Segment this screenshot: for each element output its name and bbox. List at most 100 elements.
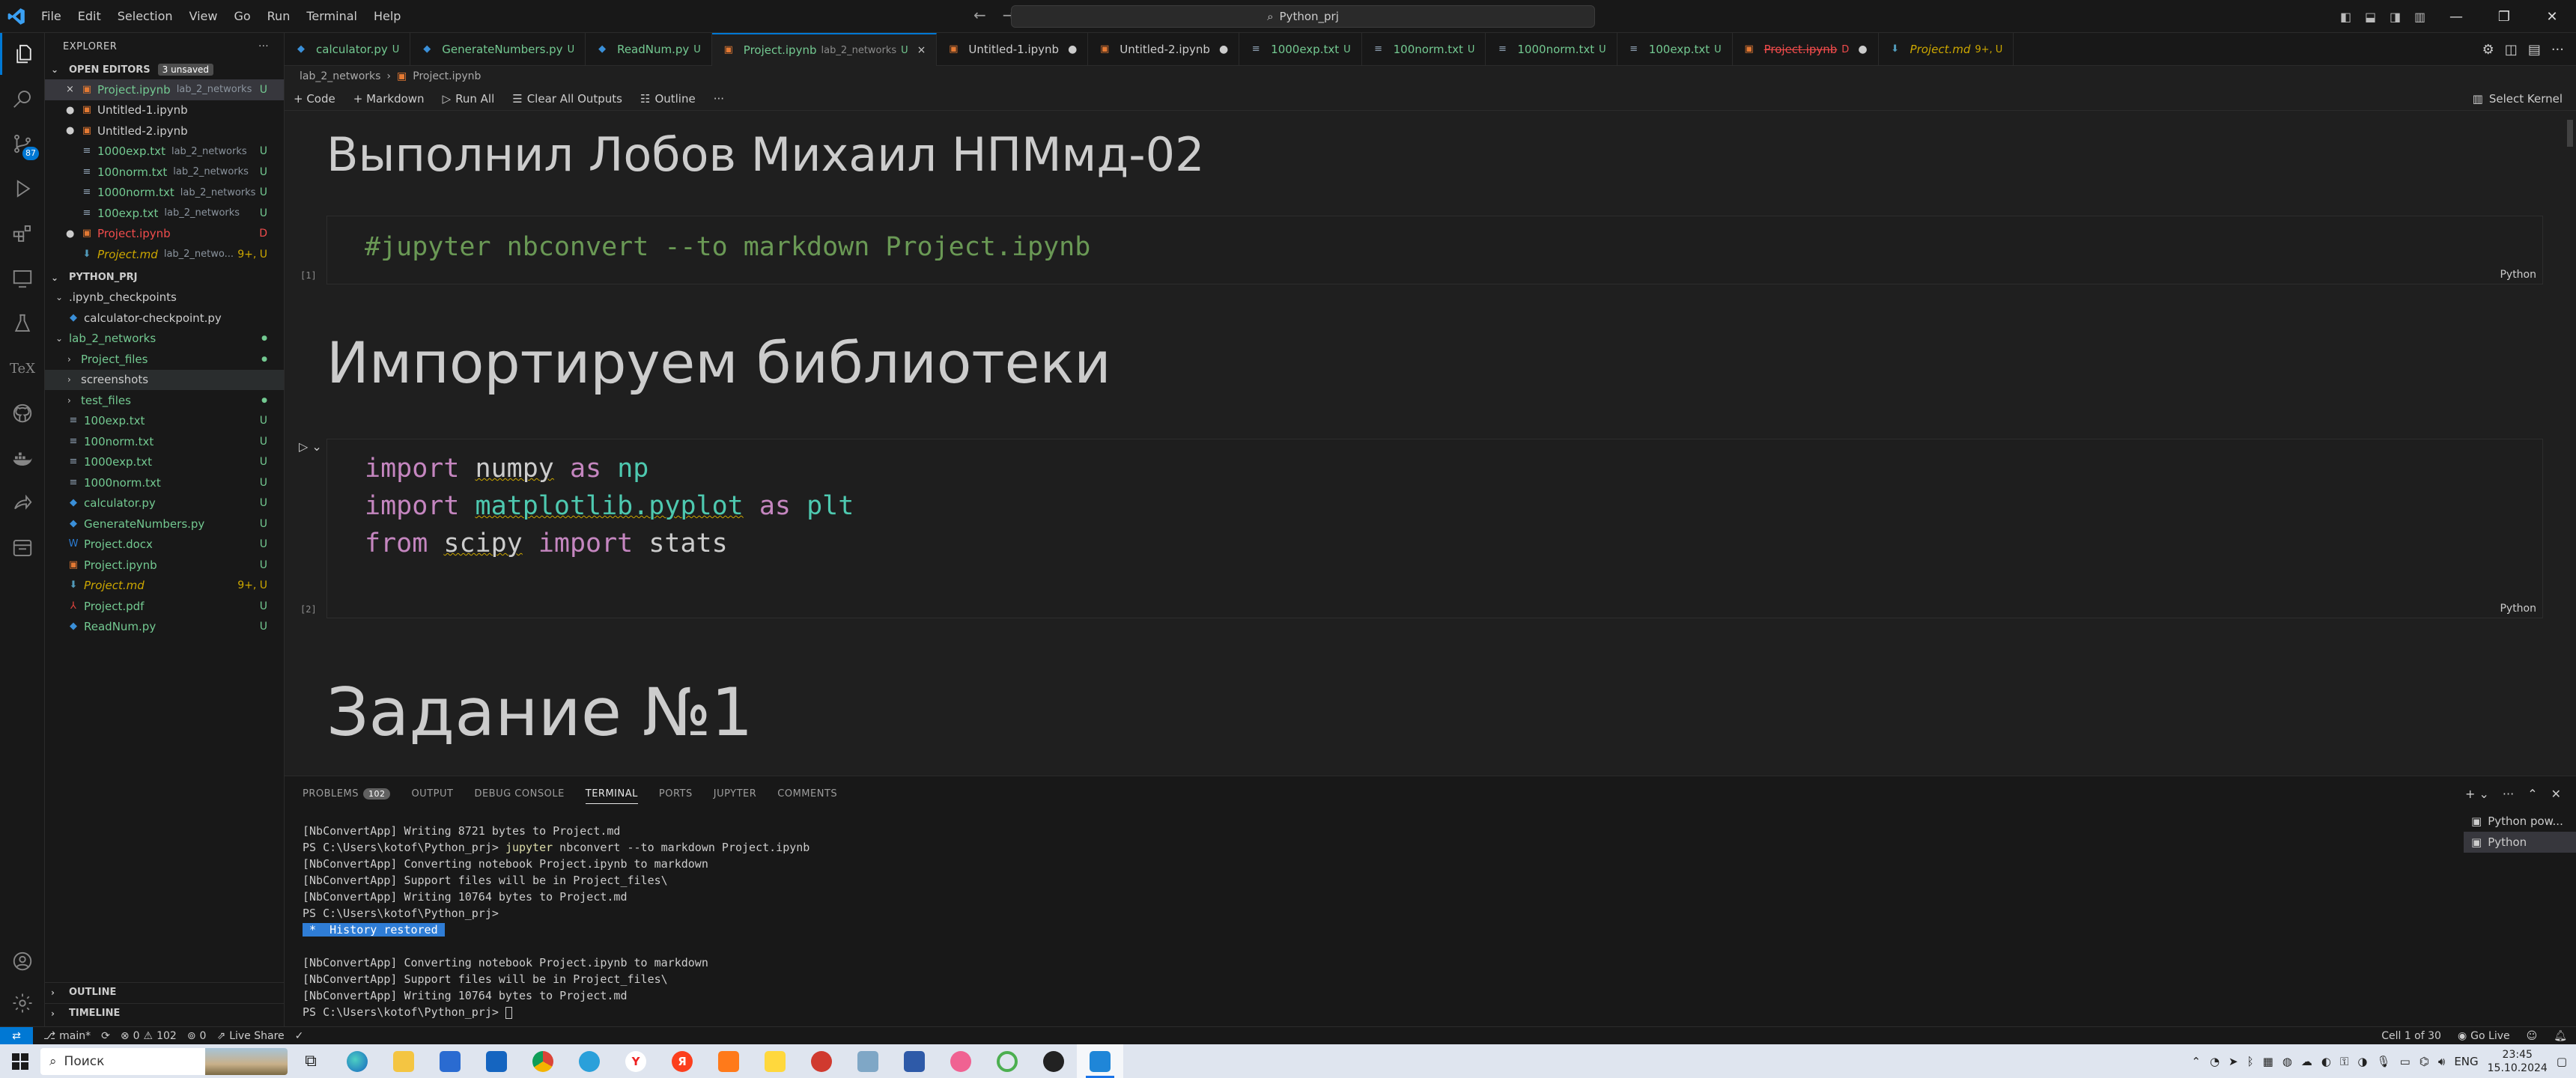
- close-icon[interactable]: ✕: [2551, 787, 2561, 801]
- toggle-sidebar-icon[interactable]: ◧: [2333, 10, 2358, 24]
- close-icon[interactable]: ×: [917, 44, 926, 56]
- file-item[interactable]: ≡ 100norm.txt U: [45, 431, 284, 452]
- dirty-dot-icon[interactable]: ●: [1858, 43, 1867, 55]
- open-editor-item[interactable]: × ▣ Project.ipynb lab_2_networks U: [45, 79, 284, 100]
- more-actions-icon[interactable]: ···: [714, 92, 724, 106]
- tab-ports[interactable]: PORTS: [659, 788, 693, 804]
- add-code-cell-button[interactable]: + Code: [294, 92, 335, 106]
- timeline-section[interactable]: › TIMELINE: [45, 1003, 285, 1023]
- run-all-button[interactable]: ▷ Run All: [443, 92, 495, 106]
- breadcrumb-file[interactable]: Project.ipynb: [413, 70, 481, 82]
- file-explorer-app-icon[interactable]: [380, 1044, 427, 1078]
- clear-outputs-button[interactable]: ☰ Clear All Outputs: [512, 92, 622, 106]
- tab-jupyter[interactable]: JUPYTER: [714, 788, 757, 804]
- check-icon[interactable]: ✓: [295, 1030, 304, 1042]
- cell2-line3[interactable]: from scipy import stats: [365, 525, 728, 562]
- command-center-search[interactable]: ⌕ Python_prj: [1011, 5, 1595, 28]
- menu-help[interactable]: Help: [365, 0, 409, 33]
- open-editor-item[interactable]: ≡ 1000norm.txt lab_2_networks U: [45, 183, 284, 204]
- menu-terminal[interactable]: Terminal: [298, 0, 365, 33]
- toggle-panel-icon[interactable]: ⬓: [2358, 10, 2383, 24]
- maximize-panel-icon[interactable]: ⌃: [2527, 787, 2537, 801]
- battery-icon[interactable]: ▭: [2400, 1055, 2411, 1068]
- file-item[interactable]: ◆ calculator-checkpoint.py: [45, 308, 284, 329]
- photos-app-icon[interactable]: [845, 1044, 891, 1078]
- editor-tab[interactable]: ▣ Project.ipynb lab_2_networks U ×: [711, 33, 938, 66]
- task-view-icon[interactable]: ⧉: [288, 1044, 334, 1078]
- menu-selection[interactable]: Selection: [109, 0, 181, 33]
- file-item[interactable]: ≡ 100exp.txt U: [45, 411, 284, 432]
- open-editor-item[interactable]: ● ▣ Untitled-1.ipynb: [45, 100, 284, 121]
- customize-layout-icon[interactable]: ▥: [2408, 10, 2432, 24]
- file-item[interactable]: ≡ 1000exp.txt U: [45, 452, 284, 473]
- go-live-button[interactable]: ◉ Go Live: [2458, 1030, 2510, 1042]
- tray-overflow-icon[interactable]: ⌃: [2191, 1055, 2201, 1068]
- cell1-language[interactable]: Python: [2500, 269, 2536, 281]
- editor-tab[interactable]: ▣ Untitled-2.ipynb ●: [1088, 33, 1240, 66]
- minimize-button[interactable]: —: [2432, 9, 2480, 25]
- tab-comments[interactable]: COMMENTS: [777, 788, 837, 804]
- new-terminal-icon[interactable]: + ⌄: [2465, 787, 2489, 801]
- tab-debug-console[interactable]: DEBUG CONSOLE: [474, 788, 564, 804]
- editor-tab[interactable]: ≡ 100norm.txt U: [1362, 33, 1486, 66]
- testing-icon[interactable]: [0, 302, 45, 344]
- tray-telegram-icon[interactable]: ➤: [2229, 1055, 2238, 1068]
- mail-app-icon[interactable]: [473, 1044, 520, 1078]
- live-share-icon[interactable]: [0, 482, 45, 524]
- editor-tab[interactable]: ⬇ Project.md 9+, U: [1879, 33, 2014, 66]
- github-icon[interactable]: [0, 392, 45, 434]
- file-item[interactable]: W Project.docx U: [45, 535, 284, 555]
- sticky-notes-app-icon[interactable]: [752, 1044, 798, 1078]
- volume-icon[interactable]: 🔊︎: [2438, 1055, 2445, 1068]
- tray-app-icon[interactable]: ▦: [2263, 1055, 2273, 1068]
- code-cell-2[interactable]: ▷ ⌄ import numpy as np import matplotlib…: [299, 439, 2543, 618]
- close-window-button[interactable]: ✕: [2528, 9, 2576, 25]
- store-app-icon[interactable]: [427, 1044, 473, 1078]
- split-editor-icon[interactable]: ◫: [2505, 42, 2518, 58]
- menu-file[interactable]: File: [33, 0, 70, 33]
- tray-app-icon[interactable]: ◔: [2210, 1055, 2220, 1068]
- folder-item[interactable]: › Project_files ●: [45, 349, 284, 370]
- close-icon[interactable]: ×: [66, 84, 81, 95]
- taskbar-search[interactable]: ⌕ Поиск: [40, 1047, 288, 1075]
- toggle-secondary-sidebar-icon[interactable]: ◨: [2383, 10, 2408, 24]
- menu-go[interactable]: Go: [225, 0, 258, 33]
- editor-tab[interactable]: ≡ 1000exp.txt U: [1239, 33, 1362, 66]
- folder-item[interactable]: ⌄ .ipynb_checkpoints: [45, 287, 284, 308]
- yandex-browser-app-icon[interactable]: Y: [613, 1044, 659, 1078]
- chrome-app-icon[interactable]: [520, 1044, 566, 1078]
- dirty-dot-icon[interactable]: ●: [1219, 43, 1228, 55]
- dirty-dot-icon[interactable]: ●: [66, 125, 81, 136]
- editor-tab[interactable]: ◆ ReadNum.py U: [586, 33, 712, 66]
- tex-icon[interactable]: TeX: [0, 347, 45, 389]
- tab-terminal[interactable]: TERMINAL: [585, 788, 638, 804]
- open-editor-item[interactable]: ≡ 100exp.txt lab_2_networks U: [45, 203, 284, 224]
- bluetooth-icon[interactable]: ᛒ: [2247, 1055, 2254, 1068]
- docker-icon[interactable]: [0, 437, 45, 479]
- edge-app-icon[interactable]: [334, 1044, 380, 1078]
- input-language[interactable]: ENG: [2454, 1055, 2478, 1068]
- settings-gear-icon[interactable]: [0, 982, 45, 1024]
- app-icon-molecule[interactable]: [938, 1044, 984, 1078]
- cell-position[interactable]: Cell 1 of 30: [2381, 1030, 2441, 1042]
- outline-section[interactable]: › OUTLINE: [45, 982, 285, 1002]
- open-editor-item[interactable]: ≡ 1000exp.txt lab_2_networks U: [45, 141, 284, 162]
- remote-indicator-icon[interactable]: ⇄: [0, 1026, 33, 1045]
- menu-view[interactable]: View: [181, 0, 226, 33]
- accounts-icon[interactable]: [0, 940, 45, 982]
- variables-icon[interactable]: ▤: [2528, 42, 2541, 58]
- extensions-icon[interactable]: [0, 213, 45, 255]
- problems-status[interactable]: ⊗ 0 ⚠ 102: [121, 1030, 177, 1042]
- file-item[interactable]: ≡ 1000norm.txt U: [45, 472, 284, 493]
- search-icon[interactable]: [0, 78, 45, 120]
- ports-status[interactable]: ⊚ 0: [187, 1030, 207, 1042]
- restore-button[interactable]: ❐: [2480, 9, 2528, 25]
- editor-tab[interactable]: ≡ 1000norm.txt U: [1486, 33, 1617, 66]
- calculator-app-icon[interactable]: [891, 1044, 938, 1078]
- cell2-line1[interactable]: import numpy as np: [365, 450, 648, 487]
- file-item[interactable]: ◆ calculator.py U: [45, 493, 284, 514]
- tray-app-icon[interactable]: ◐: [2321, 1055, 2331, 1068]
- tray-app-icon[interactable]: ⚿: [2340, 1055, 2348, 1068]
- editor-tab[interactable]: ▣ Project.ipynb D ●: [1733, 33, 1879, 66]
- terminal-item[interactable]: ▣ Python pow...: [2464, 811, 2576, 832]
